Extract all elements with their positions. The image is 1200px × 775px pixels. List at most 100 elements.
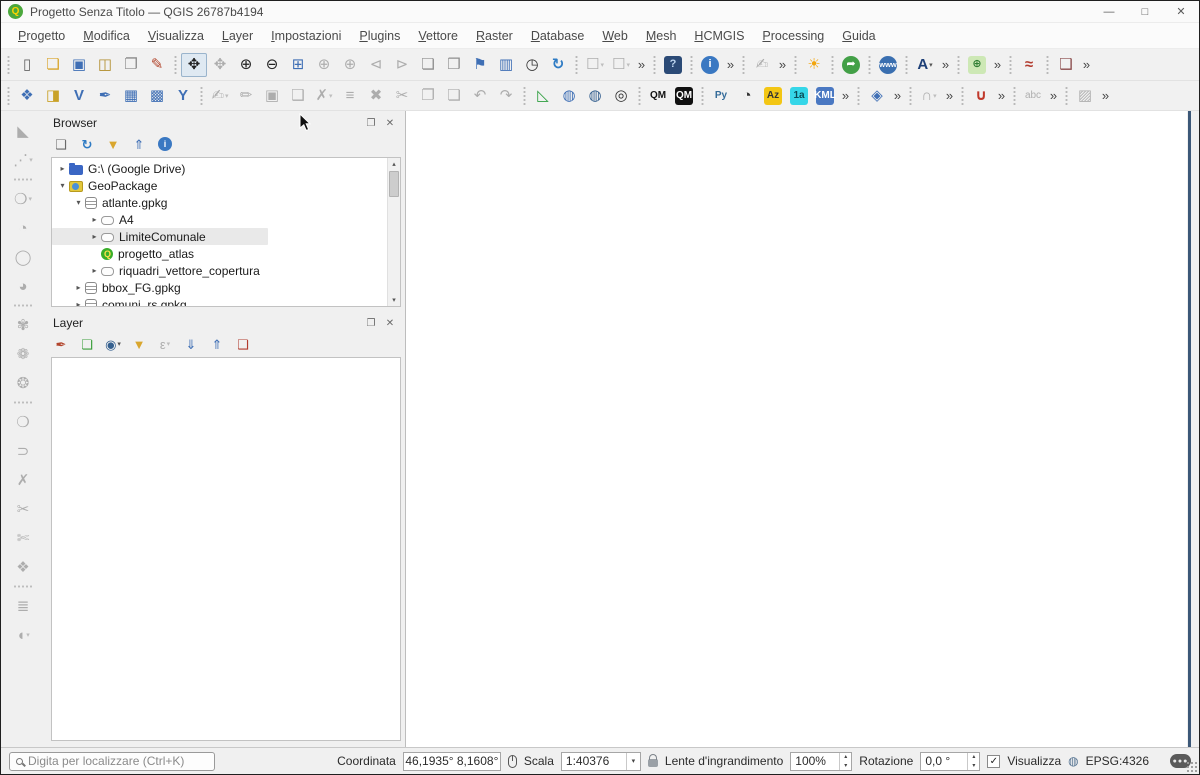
- manage-map-themes-icon[interactable]: ◉ ▾: [103, 334, 123, 354]
- qm-console-plugin-icon[interactable]: QM: [671, 84, 697, 108]
- menu-impostazioni[interactable]: Impostazioni: [262, 25, 350, 47]
- add-vector-layer-icon[interactable]: V: [66, 84, 92, 108]
- expand-arrow-icon[interactable]: ▸: [72, 300, 85, 306]
- lock-scale-icon[interactable]: [647, 754, 658, 767]
- magnifier-spinbox[interactable]: 100% ▴ ▾: [790, 751, 853, 771]
- show-spatial-bookmarks-icon[interactable]: ▥: [493, 53, 519, 77]
- expand-arrow-icon[interactable]: ▸: [56, 164, 69, 173]
- locator-search[interactable]: [9, 751, 215, 771]
- menu-layer[interactable]: Layer: [213, 25, 262, 47]
- 1a-sort-plugin-icon[interactable]: 1a: [786, 84, 812, 108]
- filter-legend-icon[interactable]: ▼: [129, 334, 149, 354]
- add-spatialite-layer-icon[interactable]: ✒: [92, 84, 118, 108]
- zoom-in-icon[interactable]: ⊕: [233, 53, 259, 77]
- toolbar-overflow-chevron[interactable]: »: [990, 53, 1005, 77]
- add-mesh-layer-icon[interactable]: ▦: [118, 84, 144, 108]
- map-canvas[interactable]: [405, 111, 1187, 747]
- resize-grip[interactable]: [1186, 761, 1197, 772]
- toolbar-overflow-chevron[interactable]: »: [1098, 84, 1113, 108]
- new-map-view-icon[interactable]: ❏: [415, 53, 441, 77]
- menu-modifica[interactable]: Modifica: [74, 25, 139, 47]
- profile-plugin-icon[interactable]: ≈: [1016, 53, 1042, 77]
- www-plugin-icon[interactable]: www: [875, 53, 901, 77]
- minimize-button[interactable]: —: [1091, 1, 1127, 22]
- measure-plugin-icon[interactable]: ◺: [530, 84, 556, 108]
- globe-binoculars-icon[interactable]: ◎: [608, 84, 634, 108]
- spin-down-icon[interactable]: ▾: [840, 761, 851, 770]
- menu-web[interactable]: Web: [593, 25, 636, 47]
- layer-list-empty[interactable]: [51, 357, 401, 741]
- refresh-map-icon[interactable]: ↻: [545, 53, 571, 77]
- new-3d-map-view-icon[interactable]: ❒: [441, 53, 467, 77]
- browser-item-geopackage[interactable]: ▾ GeoPackage: [52, 177, 387, 194]
- new-project-icon[interactable]: ▯: [14, 53, 40, 77]
- expand-arrow-icon[interactable]: ▾: [72, 198, 85, 207]
- menu-visualizza[interactable]: Visualizza: [139, 25, 213, 47]
- coordinate-field[interactable]: 46,1935° 8,1608°: [402, 751, 501, 771]
- az-sort-plugin-icon[interactable]: Az: [760, 84, 786, 108]
- add-group-icon[interactable]: ❏: [77, 334, 97, 354]
- close-button[interactable]: ✕: [1163, 1, 1199, 22]
- spin-up-icon[interactable]: ▴: [968, 753, 979, 762]
- expand-arrow-icon[interactable]: ▸: [88, 232, 101, 241]
- zoom-out-icon[interactable]: ⊖: [259, 53, 285, 77]
- pan-map-icon[interactable]: ✥: [181, 52, 207, 77]
- qm-plugin-icon[interactable]: QM: [645, 84, 671, 108]
- spin-up-icon[interactable]: ▴: [840, 753, 851, 762]
- stopwatch-plugin-icon[interactable]: ◔: [734, 84, 760, 108]
- layer-close-button[interactable]: ✕: [383, 316, 397, 330]
- add-vector-tile-layer-icon[interactable]: Y: [170, 84, 196, 108]
- sun-plugin-icon[interactable]: ☀: [801, 53, 827, 77]
- toolbar-overflow-chevron[interactable]: »: [723, 53, 738, 77]
- refresh-browser-icon[interactable]: ↻: [77, 134, 97, 154]
- menu-plugins[interactable]: Plugins: [350, 25, 409, 47]
- python-console-icon[interactable]: Py: [708, 84, 734, 108]
- layout-manager-icon[interactable]: ❐: [118, 53, 144, 77]
- zoom-full-icon[interactable]: ⊞: [285, 53, 311, 77]
- browser-item-bbox-fg-gpkg[interactable]: ▸ bbox_FG.gpkg: [52, 279, 387, 296]
- menu-processing[interactable]: Processing: [753, 25, 833, 47]
- open-project-icon[interactable]: ❏: [40, 53, 66, 77]
- toolbar-overflow-chevron[interactable]: »: [938, 53, 953, 77]
- toolbar-overflow-chevron[interactable]: »: [1046, 84, 1061, 108]
- new-print-layout-icon[interactable]: ◫: [92, 53, 118, 77]
- collapse-all-browser-icon[interactable]: ⇑: [129, 134, 149, 154]
- crs-button[interactable]: EPSG:4326: [1086, 754, 1149, 768]
- browser-scrollbar[interactable]: ▴ ▾: [387, 158, 400, 306]
- expand-all-icon[interactable]: ⇓: [181, 334, 201, 354]
- combo-arrow-icon[interactable]: ▾: [625, 752, 640, 770]
- browser-close-button[interactable]: ✕: [383, 116, 397, 130]
- spin-down-icon[interactable]: ▾: [968, 761, 979, 770]
- share-plugin-icon[interactable]: ➦: [838, 53, 864, 77]
- db-manager-icon[interactable]: ◨: [40, 84, 66, 108]
- identify-features-icon[interactable]: ?: [660, 53, 686, 77]
- browser-item-comuni-rs-gpkg[interactable]: ▸ comuni_rs.gpkg: [52, 296, 387, 306]
- toolbar-overflow-chevron[interactable]: »: [838, 84, 853, 108]
- auto-label-plugin-icon[interactable]: A ▾: [912, 53, 938, 77]
- filter-browser-icon[interactable]: ▼: [103, 134, 123, 154]
- browser-item-limitecomunale[interactable]: ▸ LimiteComunale: [52, 228, 268, 245]
- style-manager-icon[interactable]: ✎: [144, 53, 170, 77]
- save-project-icon[interactable]: ▣: [66, 53, 92, 77]
- kml-tools-plugin-icon[interactable]: KML: [812, 84, 838, 108]
- toolbar-overflow-chevron[interactable]: »: [890, 84, 905, 108]
- mouse-extent-icon[interactable]: [507, 754, 517, 768]
- toolbar-overflow-chevron[interactable]: »: [775, 53, 790, 77]
- vertex-tools-plugin-icon[interactable]: ◈: [864, 84, 890, 108]
- menu-guida[interactable]: Guida: [833, 25, 884, 47]
- locator-input[interactable]: [28, 754, 208, 768]
- remove-layer-icon[interactable]: ❑: [233, 334, 253, 354]
- globe-zoom-icon[interactable]: ◍: [582, 84, 608, 108]
- rotation-spinbox[interactable]: 0,0 ° ▴ ▾: [920, 751, 981, 771]
- browser-item-a4[interactable]: ▸ A4: [52, 211, 387, 228]
- expand-arrow-icon[interactable]: ▸: [72, 283, 85, 292]
- maximize-button[interactable]: □: [1127, 1, 1163, 22]
- properties-icon[interactable]: i: [155, 134, 175, 154]
- new-spatial-bookmark-icon[interactable]: ⚑: [467, 53, 493, 77]
- add-selected-layers-icon[interactable]: ❑: [51, 134, 71, 154]
- snapping-magnet-icon[interactable]: ∪: [968, 84, 994, 108]
- globe-plus-icon[interactable]: ◍: [556, 84, 582, 108]
- browser-float-button[interactable]: ❐: [364, 116, 378, 130]
- data-source-manager-icon[interactable]: ❖: [14, 84, 40, 108]
- render-checkbox[interactable]: ✓: [987, 754, 1001, 768]
